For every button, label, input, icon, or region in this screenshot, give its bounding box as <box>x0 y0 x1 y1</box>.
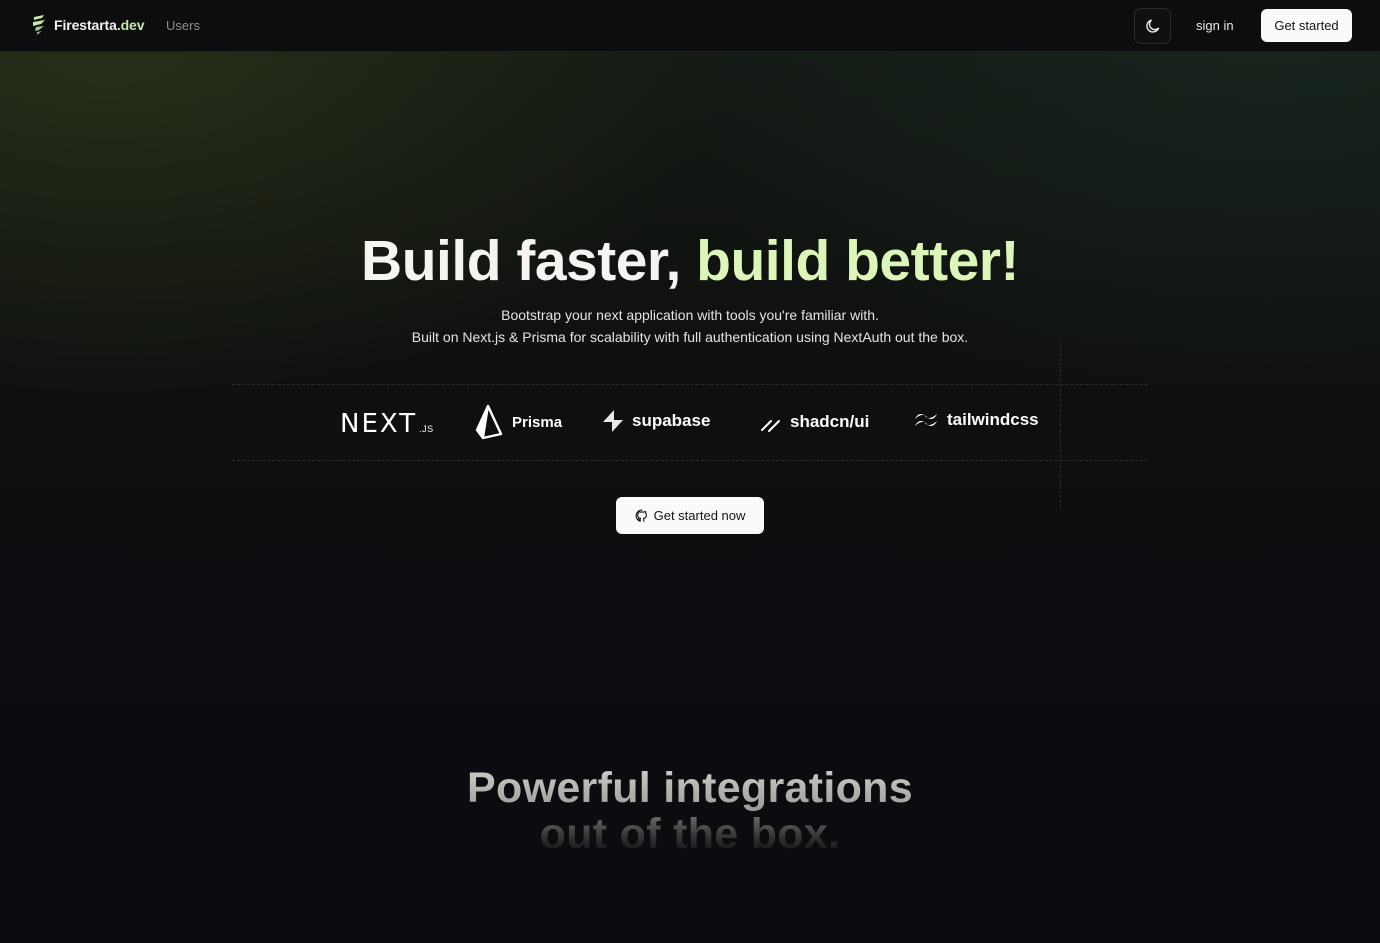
dashed-divider-top <box>232 384 1148 385</box>
nextjs-logo: NEXT .JS <box>340 409 434 439</box>
hero-title: Build faster, build better! <box>0 226 1380 296</box>
prisma-logo: Prisma <box>474 404 562 440</box>
supabase-label: supabase <box>632 411 711 430</box>
hero-title-accent: build better! <box>696 229 1019 293</box>
nav-link-users[interactable]: Users <box>166 18 200 33</box>
dashed-divider-bottom <box>232 460 1148 461</box>
brand-tld: .dev <box>116 17 145 33</box>
github-icon <box>635 508 647 522</box>
supabase-logo: supabase <box>602 409 710 433</box>
dashed-divider-vertical <box>1060 338 1061 508</box>
moon-icon <box>1145 19 1159 33</box>
top-navbar: Firestarta.dev Users sign in Get started <box>0 0 1380 52</box>
tailwind-label: tailwindcss <box>947 410 1039 429</box>
hero-title-part1: Build faster, <box>361 229 681 293</box>
shadcn-logo: shadcn/ui <box>760 411 869 433</box>
shadcn-slash-icon <box>761 420 780 432</box>
nextjs-wordmark: NEXT <box>340 409 418 439</box>
tailwind-wave-icon <box>915 414 937 426</box>
sign-in-link[interactable]: sign in <box>1196 18 1234 33</box>
integrations-title: Powerful integrations <box>0 764 1380 812</box>
tailwind-logo: tailwindcss <box>913 410 1039 430</box>
get-started-button[interactable]: Get started <box>1261 9 1352 42</box>
prisma-icon <box>475 404 503 440</box>
cta-label: Get started now <box>653 508 746 523</box>
prisma-label: Prisma <box>512 413 563 431</box>
hero-subtitle-line1: Bootstrap your next application with too… <box>501 307 879 323</box>
supabase-bolt-icon <box>603 410 623 432</box>
shadcn-label: shadcn/ui <box>790 412 870 431</box>
get-started-now-button[interactable]: Get started now <box>616 497 764 534</box>
brand-name: Firestarta.dev <box>54 17 145 33</box>
brand[interactable]: Firestarta.dev <box>30 14 145 36</box>
nextjs-suffix: .JS <box>419 424 434 434</box>
integrations-subtitle: out of the box. <box>0 810 1380 850</box>
theme-toggle-button[interactable] <box>1134 8 1171 44</box>
lightning-logo-icon <box>33 15 45 35</box>
hero-subtitle-line2: Built on Next.js & Prisma for scalabilit… <box>411 329 969 345</box>
